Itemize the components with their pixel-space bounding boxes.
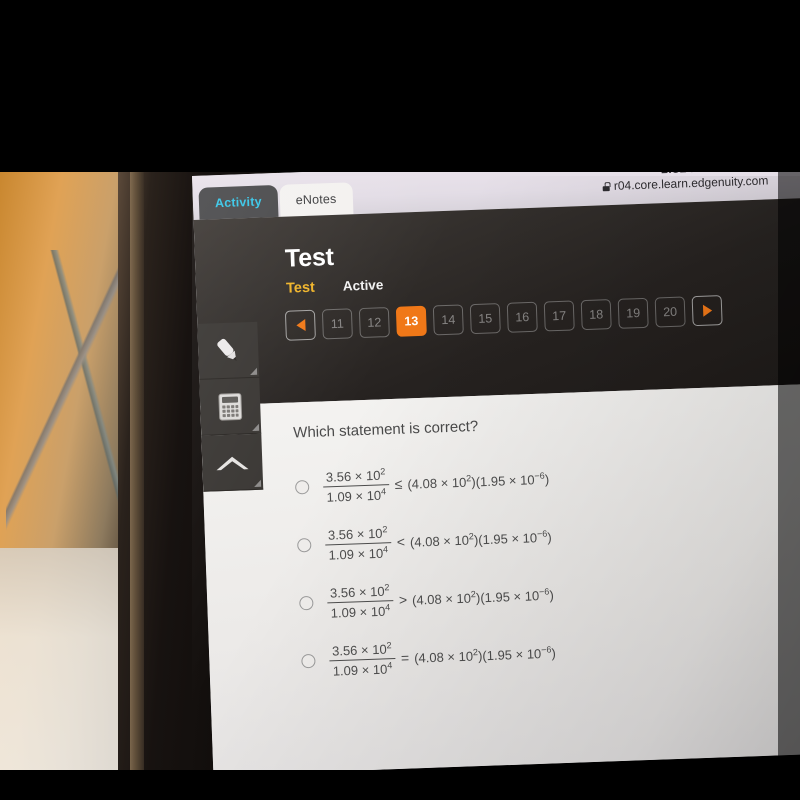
status-badge: Active [342, 277, 384, 294]
screen-content: Activity eNotes 1:31 PM r04.core.learn.e… [192, 153, 800, 776]
question-button-13[interactable]: 13 [395, 305, 427, 337]
question-button-20[interactable]: 20 [654, 296, 686, 328]
question-button-17[interactable]: 17 [543, 300, 575, 332]
fraction-denominator: 1.09 × 104 [325, 541, 392, 563]
calculator-tool[interactable] [199, 377, 262, 436]
fraction-denominator: 1.09 × 104 [329, 657, 396, 679]
fraction-numerator: 3.56 × 102 [331, 639, 392, 659]
question-button-11[interactable]: 11 [321, 308, 353, 340]
tab-enotes[interactable]: eNotes [279, 182, 354, 217]
browser-tabbar: Activity eNotes [198, 176, 354, 220]
radio-button-1[interactable] [294, 480, 310, 495]
answer-expression-2: 3.56 × 102 1.09 × 104 < (4.08 × 102)(1.9… [325, 518, 553, 563]
question-button-19[interactable]: 19 [617, 297, 649, 329]
comparison-operator-3: > [398, 591, 408, 608]
fraction-1: 3.56 × 102 1.09 × 104 [323, 466, 390, 505]
answer-choice-list: 3.56 × 102 1.09 × 104 ≤ (4.08 × 102)(1.9… [294, 440, 800, 690]
tab-enotes-label: eNotes [295, 191, 337, 208]
right-side-expression: (4.08 × 102)(1.95 × 10−6) [409, 528, 552, 550]
question-content: Which statement is correct? 3.56 × 102 1… [200, 383, 800, 776]
radio-button-2[interactable] [297, 537, 312, 553]
photo-of-screen: Activity eNotes 1:31 PM r04.core.learn.e… [0, 0, 800, 800]
question-button-15[interactable]: 15 [469, 303, 501, 335]
question-prompt: Which statement is correct? [292, 417, 479, 442]
comparison-operator-2: < [396, 533, 406, 550]
question-button-18[interactable]: 18 [580, 299, 612, 331]
question-button-12[interactable]: 12 [358, 307, 390, 339]
page-title: Test [284, 242, 335, 273]
lock-icon [603, 182, 610, 191]
background-cables [6, 250, 126, 550]
fraction-2: 3.56 × 102 1.09 × 104 [325, 524, 392, 563]
highlighter-icon [217, 338, 237, 361]
fraction-numerator: 3.56 × 102 [327, 523, 388, 543]
next-question-button[interactable] [691, 295, 723, 327]
chevron-up-icon [216, 456, 249, 470]
prev-question-button[interactable] [284, 309, 316, 341]
fraction-3: 3.56 × 102 1.09 × 104 [327, 582, 394, 621]
right-side-expression: (4.08 × 102)(1.95 × 10−6) [413, 644, 557, 666]
subject-label: Test [285, 279, 316, 297]
app-header: Test Test Active 11 12 13 14 15 16 17 18… [193, 197, 800, 406]
letterbox-bottom [0, 770, 800, 800]
question-button-14[interactable]: 14 [432, 304, 464, 336]
answer-expression-4: 3.56 × 102 1.09 × 104 = (4.08 × 102)(1.9… [329, 634, 557, 679]
question-nav: 11 12 13 14 15 16 17 18 19 20 [284, 295, 723, 341]
fraction-numerator: 3.56 × 102 [325, 465, 386, 485]
fraction-denominator: 1.09 × 104 [323, 483, 390, 505]
calculator-icon [218, 392, 243, 421]
device-bezel-edge [130, 170, 144, 774]
comparison-operator-1: ≤ [394, 475, 403, 492]
fraction-denominator: 1.09 × 104 [327, 599, 394, 621]
letterbox-right [778, 160, 800, 780]
answer-expression-3: 3.56 × 102 1.09 × 104 > (4.08 × 102)(1.9… [327, 576, 555, 621]
triangle-left-icon [295, 319, 306, 332]
tab-activity[interactable]: Activity [198, 184, 279, 220]
right-side-expression: (4.08 × 102)(1.95 × 10−6) [407, 470, 550, 492]
collapse-tool[interactable] [201, 433, 264, 492]
highlighter-tool[interactable] [197, 321, 260, 380]
tool-rail [197, 321, 264, 492]
radio-button-4[interactable] [301, 653, 316, 669]
comparison-operator-4: = [400, 649, 410, 666]
fraction-4: 3.56 × 102 1.09 × 104 [329, 640, 396, 679]
background-surface [0, 548, 132, 772]
fraction-numerator: 3.56 × 102 [329, 581, 390, 601]
tab-activity-label: Activity [214, 194, 262, 211]
question-button-16[interactable]: 16 [506, 301, 538, 333]
triangle-right-icon [702, 304, 712, 317]
radio-button-3[interactable] [299, 595, 314, 611]
right-side-expression: (4.08 × 102)(1.95 × 10−6) [411, 586, 555, 608]
header-subrow: Test Active [286, 277, 384, 296]
answer-expression-1: 3.56 × 102 1.09 × 104 ≤ (4.08 × 102)(1.9… [323, 460, 550, 505]
letterbox-top [0, 0, 800, 172]
